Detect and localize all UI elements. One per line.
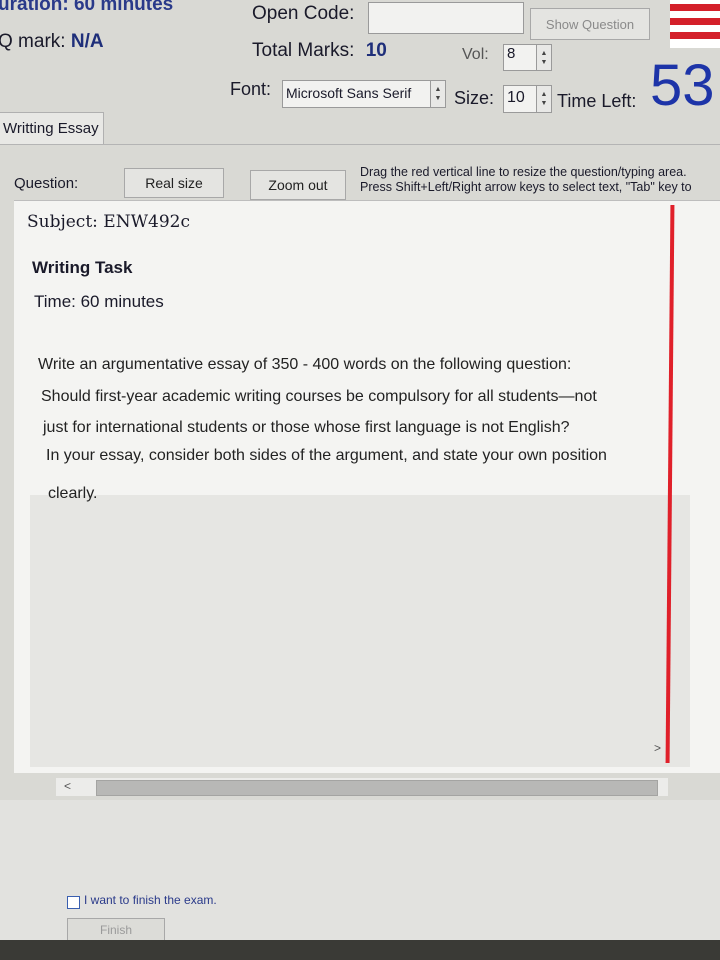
question-label: Question: bbox=[14, 175, 79, 192]
spin-up-icon[interactable]: ▲ bbox=[541, 90, 548, 99]
time-left-value: 53 bbox=[650, 53, 715, 118]
duration-text: uration: 60 minutes bbox=[0, 0, 174, 15]
size-label: Size: bbox=[454, 88, 495, 108]
font-spinner[interactable]: ▲ ▼ bbox=[430, 80, 446, 108]
finish-checkbox[interactable] bbox=[67, 896, 80, 909]
horizontal-scrollbar[interactable] bbox=[56, 778, 668, 796]
question-time: Time: 60 minutes bbox=[34, 292, 164, 311]
question-subject: Subject: ENW492c bbox=[27, 212, 191, 232]
total-marks-label: Total Marks: bbox=[252, 40, 355, 61]
scrollbar-thumb[interactable] bbox=[96, 780, 658, 796]
vol-input[interactable]: 8 bbox=[503, 44, 538, 71]
prompt-line-5: clearly. bbox=[48, 485, 98, 502]
tab-label: Writting Essay bbox=[3, 120, 99, 137]
vol-spinner[interactable]: ▲ ▼ bbox=[536, 44, 552, 71]
q-mark: Q mark: N/A bbox=[0, 31, 104, 53]
spin-down-icon[interactable]: ▼ bbox=[541, 99, 548, 108]
vol-label: Vol: bbox=[462, 46, 489, 63]
spin-up-icon[interactable]: ▲ bbox=[541, 49, 548, 58]
size-input[interactable]: 10 bbox=[503, 85, 538, 113]
monitor-bezel bbox=[0, 940, 720, 960]
total-marks: Total Marks: 10 bbox=[252, 40, 387, 62]
finish-checkbox-label: I want to finish the exam. bbox=[84, 893, 217, 907]
scroll-right-icon[interactable]: > bbox=[654, 741, 661, 755]
font-select[interactable]: Microsoft Sans Serif bbox=[282, 80, 431, 108]
flag-icon bbox=[670, 0, 720, 48]
q-mark-label: Q mark: bbox=[0, 31, 66, 52]
spin-up-icon[interactable]: ▲ bbox=[435, 85, 442, 94]
open-code-input[interactable] bbox=[368, 2, 524, 34]
zoom-out-button[interactable]: Zoom out bbox=[250, 170, 346, 200]
hint-line-1: Drag the red vertical line to resize the… bbox=[360, 165, 687, 179]
tab-writting-essay[interactable]: Writting Essay bbox=[0, 112, 104, 145]
q-mark-value: N/A bbox=[70, 31, 104, 52]
open-code-label: Open Code: bbox=[252, 3, 355, 24]
question-task-title: Writing Task bbox=[32, 258, 133, 277]
show-question-button[interactable]: Show Question bbox=[530, 8, 650, 40]
scroll-left-icon[interactable]: < bbox=[64, 779, 71, 793]
spin-down-icon[interactable]: ▼ bbox=[435, 94, 442, 103]
answer-area[interactable] bbox=[30, 495, 690, 767]
total-marks-value: 10 bbox=[365, 40, 387, 61]
prompt-line-2: Should first-year academic writing cours… bbox=[41, 388, 597, 405]
prompt-line-3: just for international students or those… bbox=[43, 419, 570, 436]
real-size-button[interactable]: Real size bbox=[124, 168, 224, 198]
tab-divider bbox=[0, 144, 720, 145]
prompt-line-4: In your essay, consider both sides of th… bbox=[46, 447, 607, 464]
prompt-line-1: Write an argumentative essay of 350 - 40… bbox=[38, 356, 572, 373]
finish-button[interactable]: Finish bbox=[67, 918, 165, 942]
size-spinner[interactable]: ▲ ▼ bbox=[536, 85, 552, 113]
hint-line-2: Press Shift+Left/Right arrow keys to sel… bbox=[360, 180, 692, 194]
time-left-label: Time Left: bbox=[557, 91, 637, 111]
font-label: Font: bbox=[230, 79, 272, 99]
resize-hint: Drag the red vertical line to resize the… bbox=[360, 165, 692, 195]
spin-down-icon[interactable]: ▼ bbox=[541, 58, 548, 67]
